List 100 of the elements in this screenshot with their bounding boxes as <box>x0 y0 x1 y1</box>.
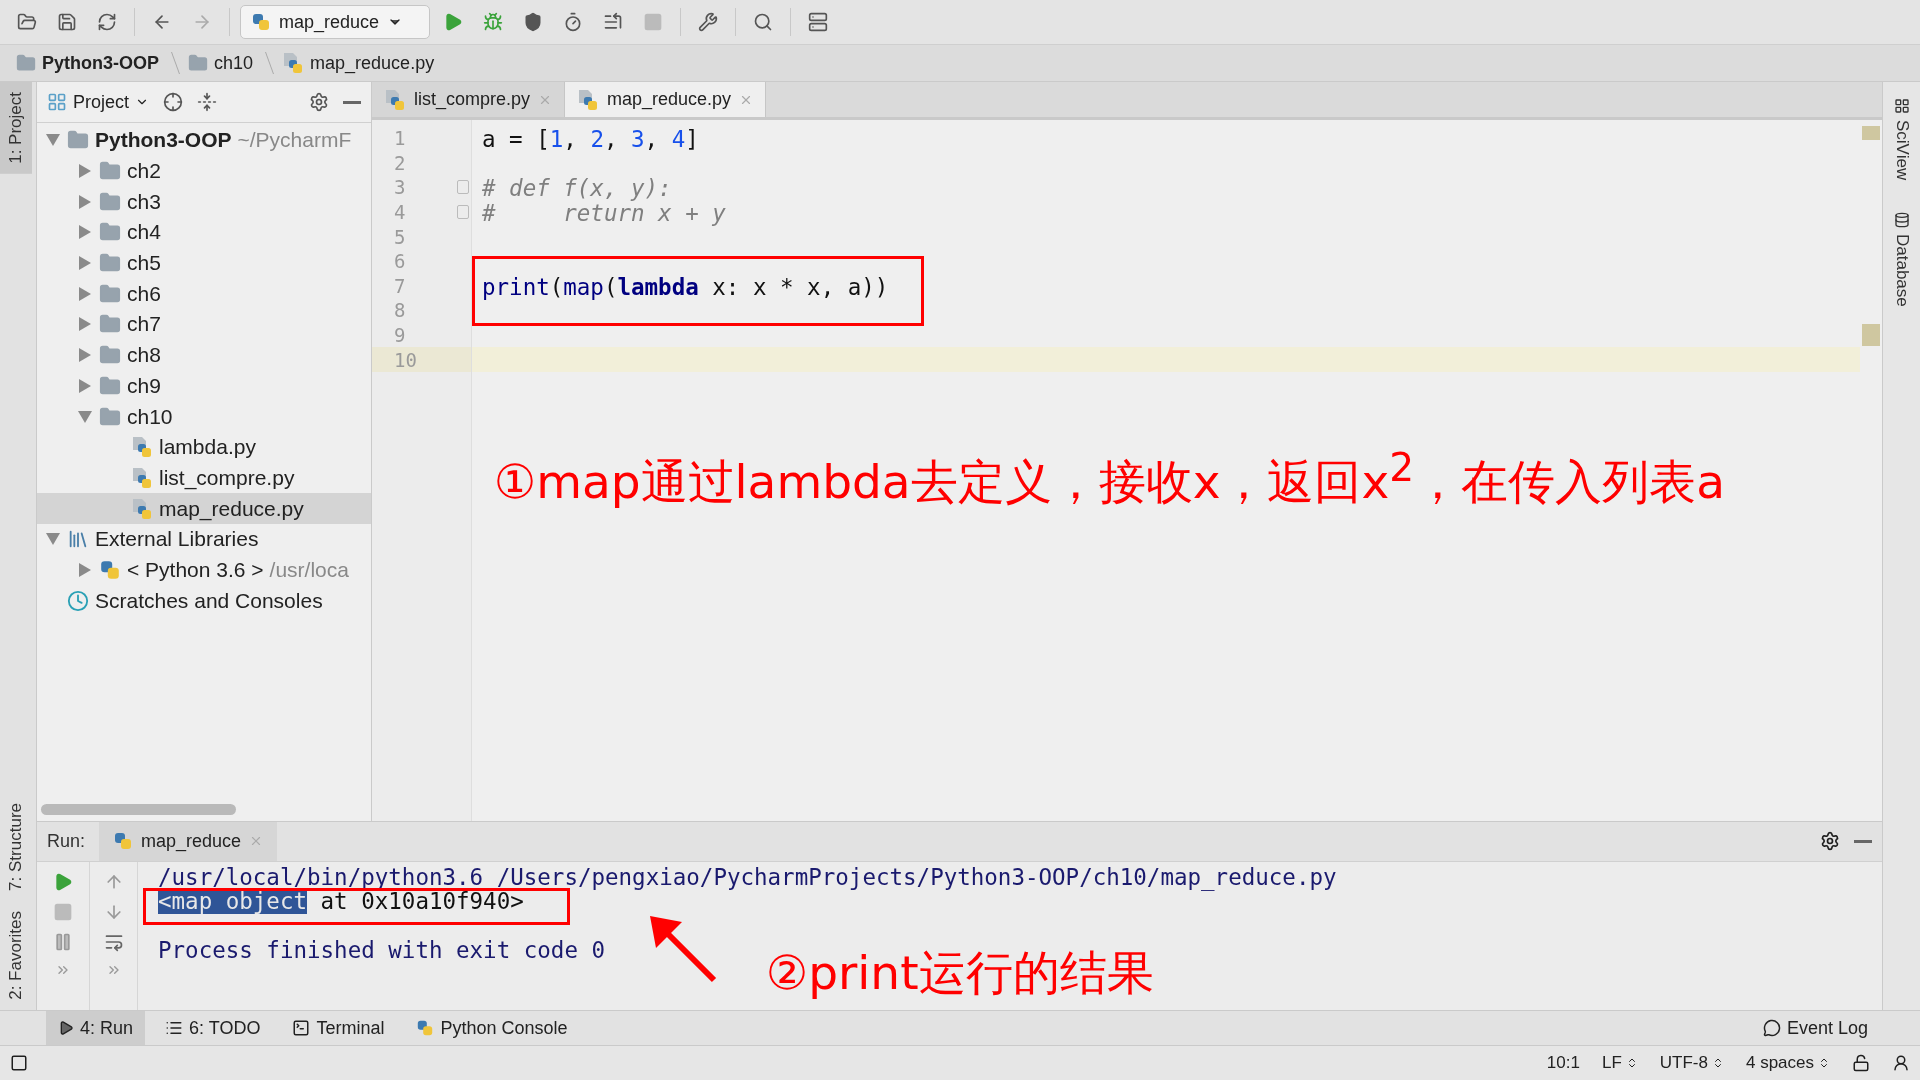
tree-item[interactable]: ch7 <box>37 309 371 340</box>
folder-icon <box>16 53 36 73</box>
rerun-icon <box>53 871 73 892</box>
collapsed-arrow-icon[interactable] <box>79 562 91 577</box>
folder-icon <box>99 405 121 428</box>
warning-marker[interactable] <box>1862 126 1880 140</box>
lock-icon <box>1852 1054 1870 1072</box>
collapsed-arrow-icon[interactable] <box>79 348 91 363</box>
tree-item[interactable]: ch10 <box>37 401 371 432</box>
python-icon <box>251 12 271 32</box>
inspector-icon <box>1892 1054 1910 1072</box>
python-icon <box>113 831 134 852</box>
tree-item[interactable]: ch5 <box>37 247 371 279</box>
run-label: Run: <box>47 830 86 852</box>
line-number: 7 <box>393 273 407 299</box>
tree-item[interactable]: ch3 <box>37 186 371 218</box>
annotation-note: ②print运行的结果 <box>766 943 1154 1002</box>
speech-bubble-icon <box>1762 1019 1781 1037</box>
encoding-selector[interactable]: UTF-8 <box>1659 1053 1724 1073</box>
project-view-dropdown[interactable]: Project <box>47 91 150 113</box>
editor-tab[interactable]: list_compre.py <box>372 82 566 117</box>
collapsed-arrow-icon[interactable] <box>79 164 91 179</box>
hide-icon[interactable] <box>343 100 361 104</box>
collapsed-arrow-icon[interactable] <box>79 225 91 240</box>
tree-item[interactable]: ch9 <box>37 370 371 402</box>
annotation-note: ①map通过lambda去定义，接收x，返回x$^{2}$，在传入列表a <box>494 445 1726 511</box>
console-line: Process finished with exit code 0 <box>158 937 607 962</box>
folder-icon <box>99 190 121 213</box>
breadcrumb[interactable]: ch10 <box>214 52 254 74</box>
editor-tab[interactable]: map_reduce.py <box>565 82 767 117</box>
tool-window-tab[interactable]: Terminal <box>280 1011 397 1045</box>
scrollbar-thumb[interactable] <box>41 804 236 816</box>
tree-item[interactable]: ch2 <box>37 155 371 187</box>
run-configuration-dropdown[interactable]: map_reduce <box>240 5 430 39</box>
stop-icon <box>53 901 73 922</box>
terminal-icon <box>292 1019 311 1037</box>
window-icon <box>47 92 67 112</box>
tree-item[interactable]: Scratches and Consoles <box>37 585 371 616</box>
expanded-arrow-icon[interactable] <box>46 134 60 147</box>
line-number: 3 <box>372 175 471 200</box>
scratches-icon <box>67 589 89 612</box>
sdk-manager-icon <box>808 12 828 32</box>
collapsed-arrow-icon[interactable] <box>79 378 91 393</box>
path-hint: /usr/loca <box>269 557 349 582</box>
folder-icon <box>99 374 121 397</box>
tree-item[interactable]: map_reduce.py <box>37 493 371 524</box>
run-icon <box>58 1020 74 1036</box>
tool-window-tab[interactable]: 4: Run <box>46 1011 146 1045</box>
line-number: 9 <box>393 323 407 348</box>
profile-icon <box>563 12 583 32</box>
fold-marker-icon[interactable] <box>457 205 469 220</box>
tree-item[interactable]: ch8 <box>37 339 371 371</box>
tool-window-tab[interactable]: 6: TODO <box>153 1011 273 1045</box>
python-file-icon <box>384 88 406 111</box>
collapsed-arrow-icon[interactable] <box>79 317 91 332</box>
pause-icon <box>53 931 73 952</box>
python-icon <box>416 1019 435 1037</box>
indent-selector[interactable]: 4 spaces <box>1745 1053 1830 1073</box>
database-icon <box>1893 212 1910 229</box>
tree-item[interactable]: External Libraries <box>37 523 371 555</box>
locate-icon <box>163 92 184 112</box>
fold-marker-icon[interactable] <box>457 180 469 195</box>
tree-item[interactable]: list_compre.py <box>37 462 371 494</box>
wrench-icon <box>698 12 718 32</box>
tree-item[interactable]: < Python 3.6 > /usr/loca <box>37 554 371 586</box>
tool-window-tab[interactable]: SciView <box>1889 94 1914 185</box>
collapse-all-icon <box>197 92 218 112</box>
line-separator-selector[interactable]: LF <box>1601 1053 1638 1073</box>
tool-window-tab[interactable]: 1: Project <box>0 82 32 174</box>
collapsed-arrow-icon[interactable] <box>79 286 91 301</box>
hide-icon[interactable] <box>1854 839 1872 843</box>
line-number: 10 <box>372 347 471 372</box>
expanded-arrow-icon[interactable] <box>78 410 92 423</box>
tree-item[interactable]: Python3-OOP ~/PycharmF <box>37 125 371 156</box>
concurrency-icon <box>603 12 623 32</box>
caret-position[interactable]: 10:1 <box>1546 1053 1580 1073</box>
breadcrumb[interactable]: map_reduce.py <box>310 52 435 74</box>
warning-marker[interactable] <box>1862 324 1880 346</box>
open-folder-icon <box>17 12 37 32</box>
breadcrumb[interactable]: Python3-OOP <box>42 52 159 74</box>
tool-window-tab[interactable]: Database <box>1889 208 1914 311</box>
tool-window-tab[interactable]: Python Console <box>404 1011 580 1045</box>
tree-item[interactable]: lambda.py <box>37 431 371 463</box>
event-log-tab[interactable]: Event Log <box>1750 1011 1880 1045</box>
tree-item[interactable]: ch4 <box>37 217 371 248</box>
run-tab[interactable]: map_reduce <box>99 821 278 861</box>
grid-icon <box>1893 98 1910 114</box>
tool-window-tab[interactable]: 2: Favorites <box>0 901 32 1010</box>
expanded-arrow-icon[interactable] <box>46 533 60 546</box>
tool-window-tab[interactable]: 7: Structure <box>0 793 32 902</box>
code-line: # def f(x, y): <box>481 175 673 200</box>
line-number: 4 <box>372 199 471 225</box>
python-file-icon <box>282 52 305 74</box>
collapsed-arrow-icon[interactable] <box>79 194 91 209</box>
python-icon <box>99 558 121 581</box>
up-down-caret-icon <box>1818 1057 1830 1069</box>
line-number: 5 <box>393 224 407 249</box>
tree-item[interactable]: ch6 <box>37 278 371 310</box>
run-icon <box>443 12 463 32</box>
collapsed-arrow-icon[interactable] <box>79 256 91 271</box>
